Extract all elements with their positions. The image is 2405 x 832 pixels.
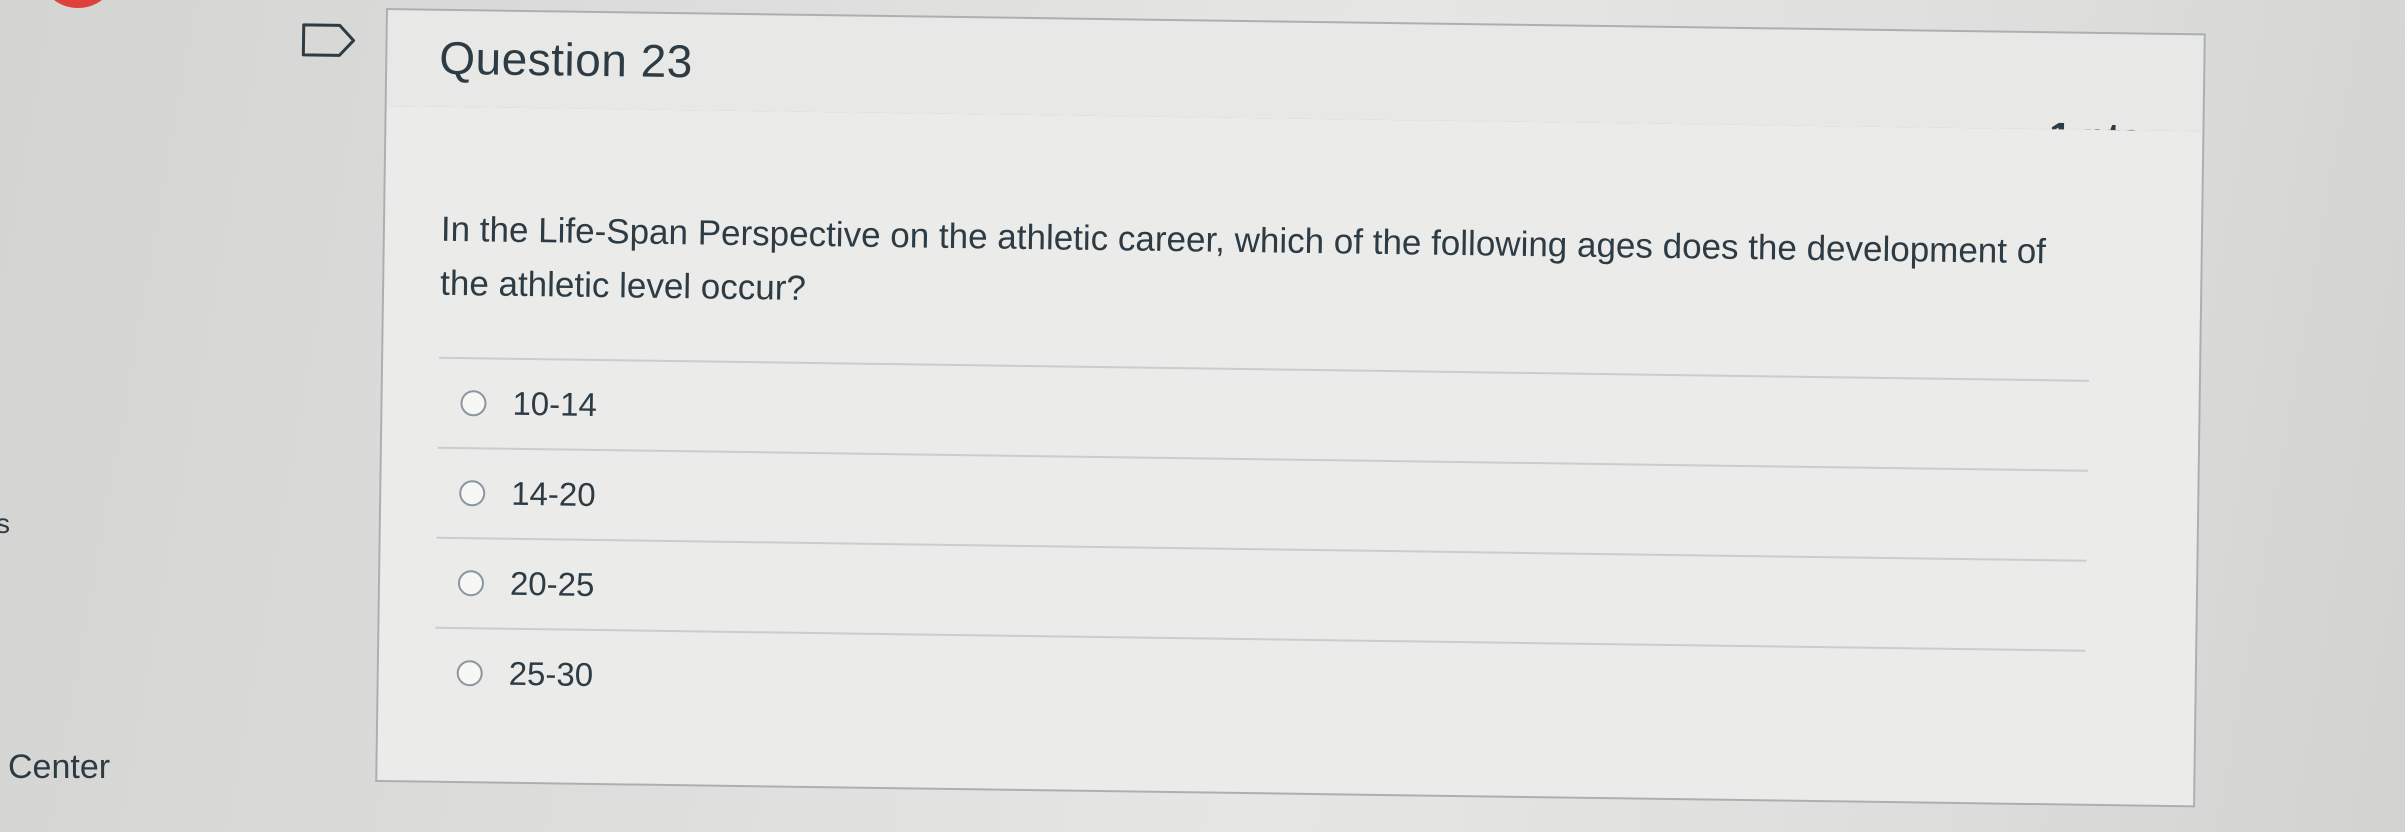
question-body: In the Life-Span Perspective on the athl… (375, 105, 2205, 808)
answer-label: 14-20 (510, 474, 596, 513)
answer-radio[interactable] (460, 390, 487, 417)
left-nav-label[interactable]: Center (8, 748, 110, 787)
answer-radio[interactable] (457, 570, 485, 597)
answer-radio[interactable] (459, 480, 486, 507)
question-card: Question 23 1 pts In the Life-Span Persp… (301, 8, 2206, 825)
notification-dot (38, 0, 118, 8)
flag-icon[interactable] (299, 21, 360, 60)
answer-label: 10-14 (512, 384, 598, 423)
answer-list: 10-14 14-20 20-25 25-30 (434, 356, 2089, 740)
left-nav-fragment: s (0, 508, 10, 539)
answer-label: 20-25 (509, 564, 595, 603)
question-text: In the Life-Span Perspective on the athl… (439, 209, 2047, 308)
answer-label: 25-30 (508, 654, 594, 693)
answer-radio[interactable] (456, 660, 483, 687)
question-title: Question 23 (438, 31, 694, 88)
